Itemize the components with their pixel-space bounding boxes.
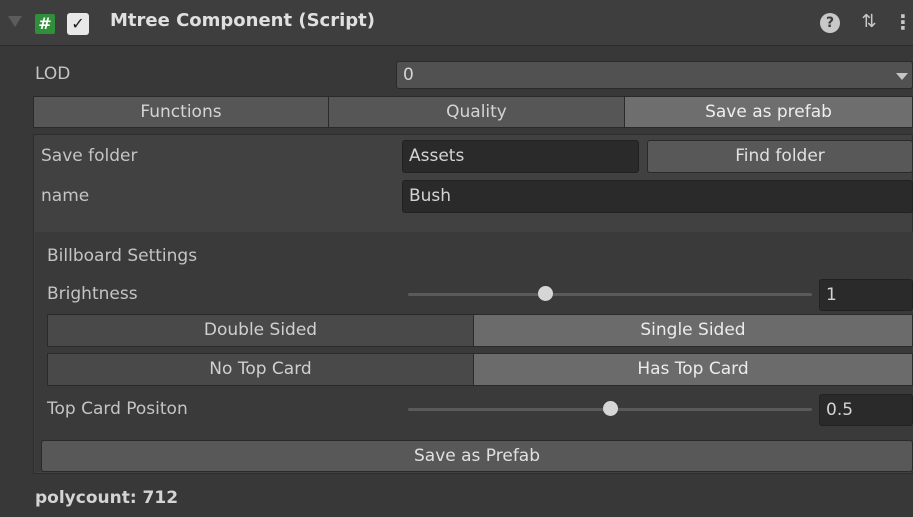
lod-value: 0 xyxy=(403,65,414,85)
enable-checkbox[interactable]: ✓ xyxy=(67,13,89,35)
top-card-position-label: Top Card Positon xyxy=(47,399,188,419)
save-as-prefab-button[interactable]: Save as Prefab xyxy=(41,440,913,472)
tab-save-as-prefab[interactable]: Save as prefab xyxy=(624,96,913,128)
chevron-down-icon xyxy=(896,73,908,80)
lod-label: LOD xyxy=(35,64,71,84)
top-card-position-value-field[interactable]: 0.5 xyxy=(819,394,913,426)
save-folder-field[interactable]: Assets xyxy=(402,140,639,173)
tab-quality[interactable]: Quality xyxy=(328,96,625,128)
brightness-slider-thumb[interactable] xyxy=(537,286,553,301)
brightness-slider-track[interactable] xyxy=(408,293,812,296)
name-label: name xyxy=(41,186,90,206)
brightness-label: Brightness xyxy=(47,284,138,304)
top-card-position-slider-thumb[interactable] xyxy=(602,401,618,416)
brightness-value-field[interactable]: 1 xyxy=(819,279,913,311)
tab-functions[interactable]: Functions xyxy=(33,96,329,128)
name-field[interactable]: Bush xyxy=(402,180,913,213)
script-icon: # xyxy=(35,14,55,34)
component-header: # ✓ Mtree Component (Script) ? ⇅ ⋮ xyxy=(0,0,913,46)
context-menu-icon[interactable]: ⋮ xyxy=(893,11,913,33)
polycount-label: polycount: 712 xyxy=(35,488,179,508)
single-sided-toggle[interactable]: Single Sided xyxy=(473,314,913,347)
save-folder-label: Save folder xyxy=(41,146,138,166)
double-sided-toggle[interactable]: Double Sided xyxy=(47,314,474,347)
lod-dropdown[interactable]: 0 xyxy=(396,61,913,89)
billboard-settings-group xyxy=(35,232,913,472)
presets-icon[interactable]: ⇅ xyxy=(858,11,880,33)
foldout-arrow-icon[interactable] xyxy=(8,16,22,27)
billboard-settings-label: Billboard Settings xyxy=(47,246,198,266)
component-title: Mtree Component (Script) xyxy=(110,10,375,31)
no-top-card-toggle[interactable]: No Top Card xyxy=(47,353,474,386)
find-folder-button[interactable]: Find folder xyxy=(647,140,913,173)
has-top-card-toggle[interactable]: Has Top Card xyxy=(473,353,913,386)
help-icon[interactable]: ? xyxy=(820,13,840,33)
